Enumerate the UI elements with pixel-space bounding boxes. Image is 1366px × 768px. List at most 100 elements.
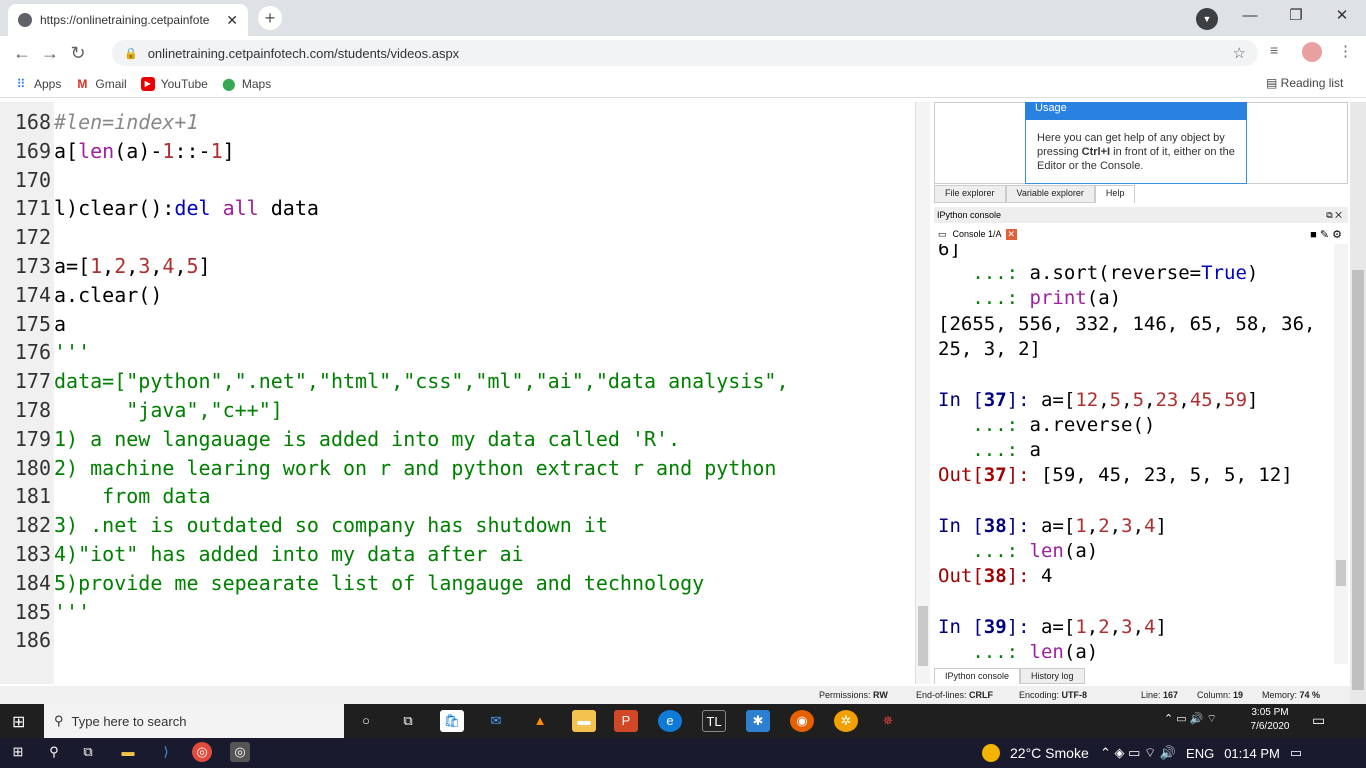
ipython-console[interactable]: 6] ...: a.sort(reverse=True) ...: print(… [934, 244, 1334, 664]
editor-line[interactable]: 178 "java","c++"] [0, 398, 283, 427]
spider-app-icon[interactable]: ✵ [876, 710, 900, 732]
editor-line[interactable]: 184 5)provide me sepearate list of langau… [0, 571, 704, 600]
local-system-tray: ⌃ ◈ ▭ ⌔ 🔊 ENG 01:14 PM ▭ [1100, 745, 1302, 761]
vlc-icon[interactable]: ▲ [528, 710, 552, 732]
editor-line[interactable]: 175 a [0, 312, 66, 341]
editor-line[interactable]: 170 [0, 168, 54, 197]
console-scroll-thumb[interactable] [1336, 560, 1346, 586]
console-options-icon[interactable]: ■ ✎ ⚙ [1310, 228, 1342, 241]
editor-line[interactable]: 179 1) a new langauage is added into my d… [0, 427, 680, 456]
remote-clock[interactable]: 3:05 PM 7/6/2020 [1240, 706, 1300, 734]
bookmark-maps[interactable]: ⬤ Maps [222, 77, 271, 91]
taskbar-search-input[interactable]: ⚲ Type here to search [44, 704, 344, 738]
editor-line[interactable]: 171 l)clear():del all data [0, 196, 319, 225]
tab-history-log[interactable]: History log [1020, 668, 1085, 684]
windows-start-icon[interactable]: ⊞ [12, 712, 25, 732]
line-number: 183 [14, 542, 51, 566]
tab-variable-explorer[interactable]: Variable explorer [1005, 185, 1095, 203]
console-pane-header: IPython console ⧉ ✕ [934, 207, 1348, 223]
task-view-icon[interactable]: ⧉ [396, 710, 420, 732]
new-tab-button[interactable]: + [258, 6, 282, 30]
store-icon[interactable]: 🛍 [440, 710, 464, 732]
editor-line[interactable]: 186 [0, 628, 54, 657]
console-line: [2655, 556, 332, 146, 65, 58, 36, [938, 313, 1316, 335]
code-text: ''' [54, 599, 91, 624]
code-text: 1) a new langauage is added into my data… [54, 426, 681, 451]
snip-icon[interactable]: ✱ [746, 710, 770, 732]
console-scrollbar[interactable] [1334, 244, 1348, 664]
system-tray-icons[interactable]: ⌃ ▭ 🔊 ⌔ [1164, 712, 1217, 726]
notification-icon[interactable]: ▭ [1312, 712, 1325, 729]
page-scroll-thumb[interactable] [1352, 270, 1364, 690]
tab-file-explorer[interactable]: File explorer [934, 185, 1006, 203]
editor-scrollbar[interactable] [916, 102, 930, 684]
reload-button[interactable]: ↻ [64, 43, 92, 64]
bookmark-star-icon[interactable]: ☆ [1233, 44, 1246, 62]
editor-scroll-thumb[interactable] [918, 606, 928, 666]
browser-tab[interactable]: https://onlinetraining.cetpainfote ✕ [8, 4, 248, 36]
language-indicator[interactable]: ENG [1186, 746, 1214, 761]
editor-line[interactable]: 181 from data [0, 484, 211, 513]
menu-kebab-icon[interactable]: ⋮ [1338, 42, 1353, 60]
mail-icon[interactable]: ✉ [484, 710, 508, 732]
chrome-icon[interactable]: ◎ [192, 742, 212, 762]
code-editor[interactable]: 168 #len=index+1 169 a[len(a)-1::-1] 170 171 l… [0, 102, 916, 684]
firefox-icon[interactable]: ◉ [790, 710, 814, 732]
close-window-button[interactable]: ✕ [1322, 4, 1362, 28]
profile-menu-icon[interactable]: ▼ [1196, 8, 1218, 30]
windows-start-icon-local[interactable]: ⊞ [8, 742, 28, 762]
chrome-active-icon[interactable]: ◎ [230, 742, 250, 762]
line-number: 179 [14, 426, 51, 451]
editor-line[interactable]: 168 #len=index+1 [0, 110, 199, 139]
close-console-icon[interactable]: ✕ [1005, 228, 1018, 240]
media-control-icon[interactable]: ≡ [1270, 42, 1278, 58]
tab-help[interactable]: Help [1094, 185, 1136, 203]
line-number: 168 [14, 110, 51, 134]
editor-line[interactable]: 172 [0, 225, 54, 254]
code-text: "java","c++"] [54, 398, 283, 422]
file-explorer-icon-local[interactable]: ▬ [118, 742, 138, 762]
avatar[interactable] [1302, 42, 1322, 62]
address-bar[interactable]: 🔒 onlinetraining.cetpainfotech.com/stude… [112, 40, 1258, 66]
cortana-icon[interactable]: ○ [354, 710, 378, 732]
task-view-icon-local[interactable]: ⧉ [78, 742, 98, 762]
reading-list-button[interactable]: ▤ Reading list [1266, 76, 1343, 90]
file-explorer-icon[interactable]: ▬ [572, 710, 596, 732]
tl-app-icon[interactable]: TL [702, 710, 726, 732]
editor-line[interactable]: 169 a[len(a)-1::-1] [0, 139, 235, 168]
bookmark-apps[interactable]: ⠿ Apps [14, 77, 62, 91]
back-button[interactable]: ← [8, 43, 36, 64]
console-line: 6] [938, 244, 961, 260]
console-icon: ▭ [938, 228, 947, 239]
editor-line[interactable]: 176 ''' [0, 340, 90, 369]
search-icon-local[interactable]: ⚲ [44, 742, 64, 762]
editor-line[interactable]: 182 3) .net is outdated so company has sh… [0, 513, 608, 542]
editor-line[interactable]: 180 2) machine learing work on r and pyth… [0, 456, 777, 485]
console-line: In [39]: a=[1,2,3,4] [938, 616, 1167, 638]
forward-button[interactable]: → [36, 43, 64, 64]
editor-line[interactable]: 174 a.clear() [0, 283, 163, 312]
tab-console-1a[interactable]: Console 1/A [953, 229, 1002, 239]
console-line: Out[37]: [59, 45, 23, 5, 5, 12] [938, 464, 1293, 486]
editor-line[interactable]: 185 ''' [0, 600, 90, 629]
close-tab-icon[interactable]: ✕ [226, 12, 238, 29]
notification-icon-local[interactable]: ▭ [1290, 745, 1302, 761]
settings-app-icon[interactable]: ✲ [834, 710, 858, 732]
weather-widget[interactable]: 22°C Smoke [982, 744, 1089, 762]
tab-ipython-console[interactable]: IPython console [934, 668, 1021, 684]
restore-button[interactable]: ❐ [1276, 4, 1316, 28]
vscode-icon[interactable]: ⟩ [156, 742, 176, 762]
editor-line[interactable]: 177 data=["python",".net","html","css","m… [0, 369, 789, 398]
undock-close-icon[interactable]: ⧉ ✕ [1326, 207, 1342, 223]
minimize-button[interactable]: — [1230, 4, 1270, 28]
bookmark-youtube[interactable]: ▶ YouTube [140, 76, 208, 91]
editor-line[interactable]: 183 4)"iot" has added into my data after … [0, 542, 524, 571]
bookmark-gmail[interactable]: M Gmail [75, 77, 126, 91]
edge-icon[interactable]: e [658, 710, 682, 732]
powerpoint-icon[interactable]: P [614, 710, 638, 732]
editor-line[interactable]: 173 a=[1,2,3,4,5] [0, 254, 211, 283]
eol-status: End-of-lines: CRLF [916, 690, 994, 700]
local-clock[interactable]: 01:14 PM [1224, 746, 1280, 761]
tray-icons[interactable]: ⌃ ◈ ▭ ⌔ 🔊 [1100, 745, 1176, 761]
line-number: 176 [14, 340, 51, 365]
